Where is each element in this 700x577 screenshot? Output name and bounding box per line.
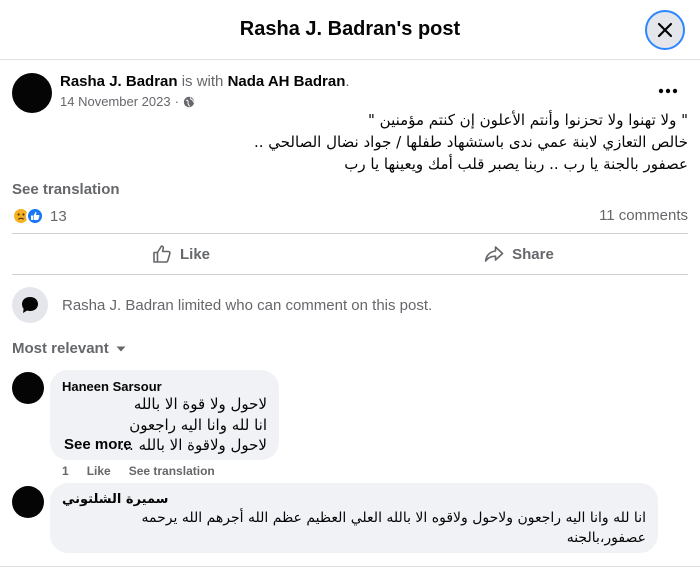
limited-comments-notice: Rasha J. Badran limited who can comment …	[12, 287, 432, 323]
dialog-title: Rasha J. Badran's post	[239, 18, 461, 40]
comment-actions: 1 Like See translation	[62, 464, 233, 478]
bottom-divider	[0, 566, 700, 567]
post-text: " ولا تهنوا ولا تحزنوا وأنتم الأعلون إن …	[250, 109, 688, 175]
close-icon	[657, 22, 673, 38]
thumbs-up-icon	[153, 245, 171, 263]
like-button[interactable]: Like	[12, 234, 350, 274]
comment-translation-link[interactable]: See translation	[129, 464, 215, 478]
share-label: Share	[512, 245, 554, 263]
comment-text-line: انا لله وانا اليه راجعون	[129, 416, 267, 434]
comment-text-line: انا لله وانا اليه راجعون ولاحول ولاقوه ا…	[141, 510, 646, 526]
commenter-avatar[interactable]	[12, 372, 44, 404]
globe-icon[interactable]	[183, 96, 195, 108]
post-options-button[interactable]	[650, 79, 686, 103]
caret-down-icon	[116, 346, 126, 351]
reactions-summary[interactable]: 13	[12, 205, 67, 227]
post-date[interactable]: 14 November 2023	[60, 94, 171, 109]
meta-separator: ·	[174, 94, 179, 109]
like-label: Like	[179, 245, 210, 263]
share-button[interactable]: Share	[350, 234, 688, 274]
post-text-line: خالص التعازي لابنة عمي ندى باستشهاد طفله…	[253, 133, 688, 151]
post-meta: 14 November 2023 ·	[60, 94, 195, 109]
comment-sort-dropdown[interactable]: Most relevant	[12, 340, 127, 357]
comment-text-line: لاحول ولا قوة الا بالله	[133, 395, 267, 413]
see-translation-link[interactable]: See translation	[12, 181, 120, 198]
period: .	[345, 73, 350, 90]
post-text-line: " ولا تهنوا ولا تحزنوا وأنتم الأعلون إن …	[368, 111, 688, 129]
comment-time[interactable]: 1	[62, 464, 69, 478]
comment-text-line: لاحول ولاقوة الا بالله ...	[119, 436, 267, 454]
reaction-count[interactable]: 13	[50, 208, 67, 225]
commenter-name[interactable]: سميرة الشلتوني	[62, 492, 168, 507]
author-avatar[interactable]	[12, 73, 52, 113]
author-name[interactable]: Rasha J. Badran	[60, 73, 178, 90]
with-text: is with	[177, 73, 228, 90]
like-icon	[26, 207, 44, 225]
comments-count-link[interactable]: 11 comments	[599, 207, 688, 224]
close-button[interactable]	[645, 10, 685, 50]
commenter-avatar[interactable]	[12, 486, 44, 518]
comment-text-line: عصفور،بالجنه	[566, 530, 646, 546]
dialog-header: Rasha J. Badran's post	[0, 0, 700, 60]
more-horizontal-icon	[658, 88, 678, 94]
comment-like-link[interactable]: Like	[87, 464, 111, 478]
comment-icon	[12, 287, 48, 323]
commenter-name[interactable]: Haneen Sarsour	[62, 379, 162, 394]
sort-label: Most relevant	[12, 340, 109, 357]
post-text-line: عصفور بالجنة يا رب .. ربنا يصبر قلب أمك …	[344, 155, 688, 173]
post-action-bar: Like Share	[12, 233, 688, 275]
tagged-person[interactable]: Nada AH Badran	[228, 73, 346, 90]
post-scroll-area[interactable]: Rasha J. Badran is with Nada AH Badran. …	[0, 61, 700, 566]
author-line: Rasha J. Badran is with Nada AH Badran.	[60, 73, 350, 90]
limited-notice-text: Rasha J. Badran limited who can comment …	[62, 296, 433, 314]
share-arrow-icon	[484, 246, 504, 262]
see-more-link[interactable]: See more	[64, 435, 132, 455]
